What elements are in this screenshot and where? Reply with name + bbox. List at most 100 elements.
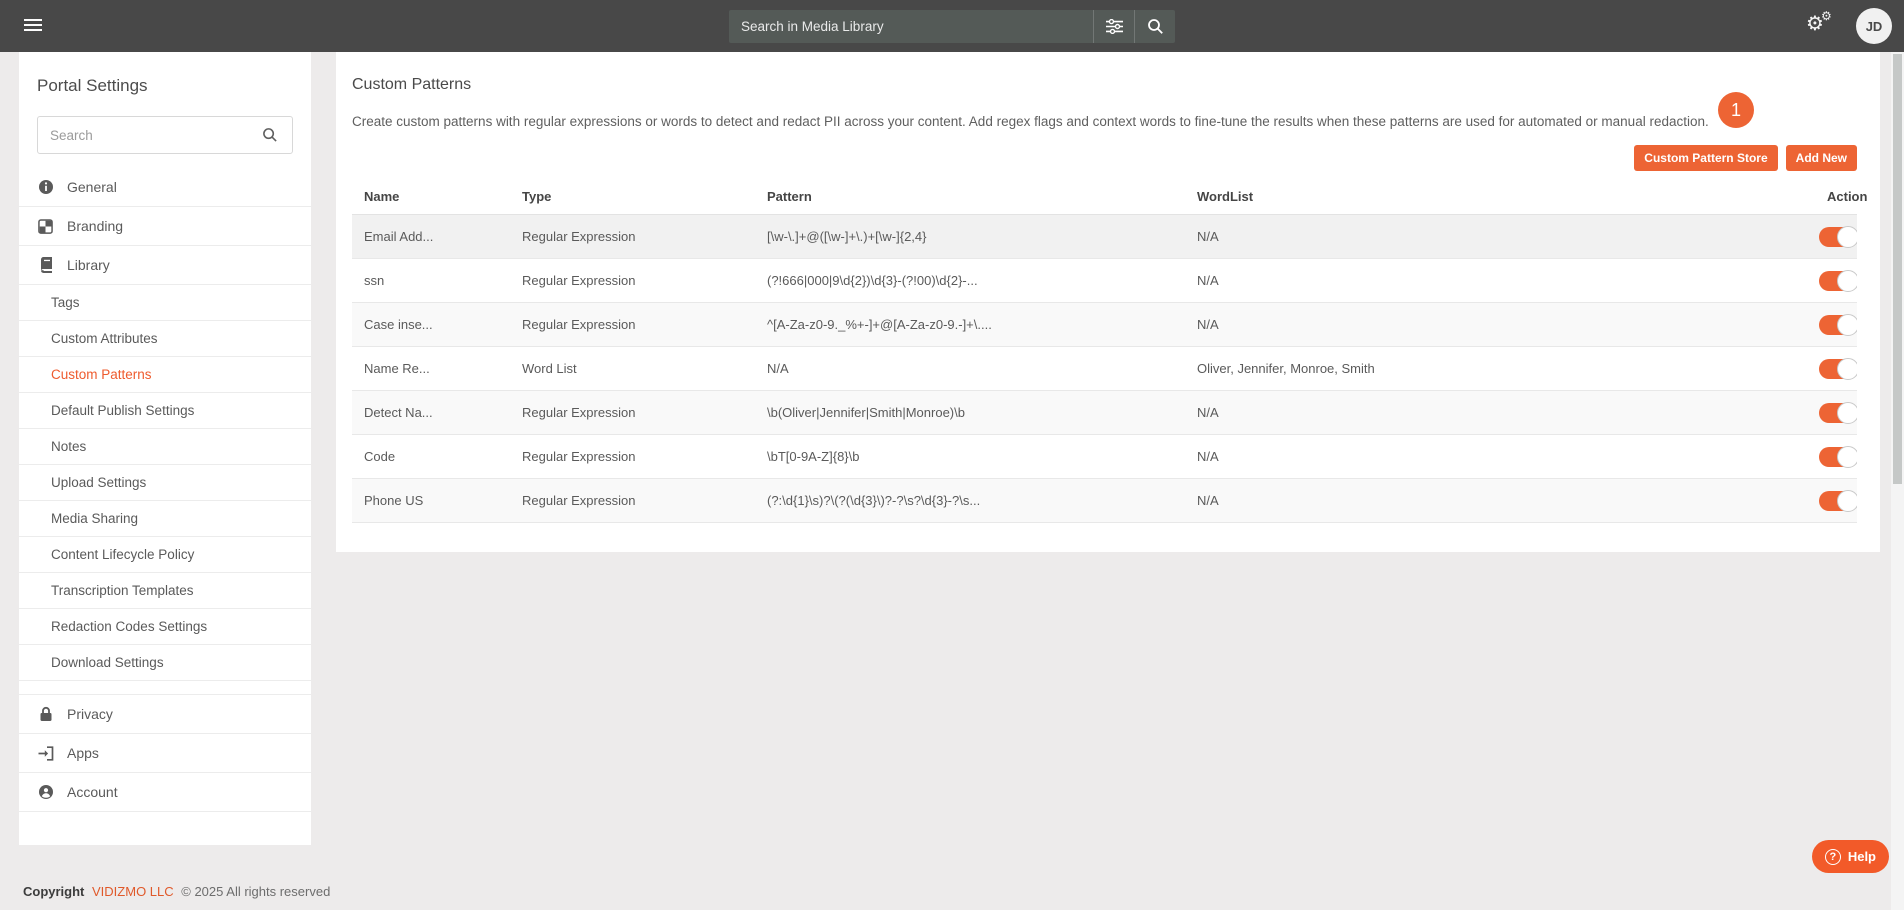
cell-type: Regular Expression xyxy=(510,435,755,479)
admin-settings-gears-icon[interactable]: ⚙⚙ xyxy=(1806,11,1838,41)
sidebar-item-label: Privacy xyxy=(67,706,113,722)
page-description: Create custom patterns with regular expr… xyxy=(352,114,1857,129)
cell-pattern: (?:\d{1}\s)?\(?(\d{3}\)?-?\s?\d{3}-?\s..… xyxy=(755,479,1185,523)
table-row: Name Re... Word List N/A Oliver, Jennife… xyxy=(352,347,1857,391)
enable-toggle[interactable] xyxy=(1819,315,1857,335)
custom-patterns-table: Name Type Pattern WordList Action Email … xyxy=(352,179,1857,523)
cell-wordlist: N/A xyxy=(1185,435,1815,479)
cell-name: ssn xyxy=(352,259,510,303)
table-row: Case inse... Regular Expression ^[A-Za-z… xyxy=(352,303,1857,347)
scrollbar-thumb[interactable] xyxy=(1893,54,1902,484)
branding-icon xyxy=(37,218,54,235)
enable-toggle[interactable] xyxy=(1819,227,1857,247)
copyright-suffix: © 2025 All rights reserved xyxy=(181,884,330,899)
cell-type: Regular Expression xyxy=(510,391,755,435)
search-icon[interactable] xyxy=(1135,10,1175,43)
sidebar-item-branding[interactable]: Branding xyxy=(19,207,311,246)
custom-pattern-store-button[interactable]: Custom Pattern Store xyxy=(1634,145,1777,171)
hamburger-menu-icon[interactable] xyxy=(24,19,42,34)
media-library-search-input[interactable] xyxy=(729,19,1093,34)
sidebar-item-label: Library xyxy=(67,257,110,273)
step-annotation-badge: 1 xyxy=(1718,92,1754,128)
sidebar-item-account[interactable]: Account xyxy=(19,773,311,812)
cell-wordlist: N/A xyxy=(1185,479,1815,523)
lock-icon xyxy=(37,706,54,723)
enable-toggle[interactable] xyxy=(1819,359,1857,379)
col-header-type: Type xyxy=(510,179,755,215)
sidebar-item-general[interactable]: General xyxy=(19,168,311,207)
col-header-name: Name xyxy=(352,179,510,215)
copyright-footer: Copyright VIDIZMO LLC © 2025 All rights … xyxy=(23,884,330,899)
page-scrollbar[interactable] xyxy=(1891,52,1904,910)
cell-type: Word List xyxy=(510,347,755,391)
sidebar-item-library[interactable]: Library xyxy=(19,246,311,285)
sign-in-arrow-icon xyxy=(37,745,54,762)
table-row: Phone US Regular Expression (?:\d{1}\s)?… xyxy=(352,479,1857,523)
col-header-pattern: Pattern xyxy=(755,179,1185,215)
sidebar-item-privacy[interactable]: Privacy xyxy=(19,695,311,734)
sidebar-item-transcription-templates[interactable]: Transcription Templates xyxy=(19,573,311,609)
table-row: Detect Na... Regular Expression \b(Olive… xyxy=(352,391,1857,435)
enable-toggle[interactable] xyxy=(1819,491,1857,511)
cell-pattern: \b(Oliver|Jennifer|Smith|Monroe)\b xyxy=(755,391,1185,435)
cell-wordlist: N/A xyxy=(1185,215,1815,259)
sidebar-item-download-settings[interactable]: Download Settings xyxy=(19,645,311,681)
search-icon[interactable] xyxy=(248,127,292,143)
cell-wordlist: N/A xyxy=(1185,303,1815,347)
sidebar-item-custom-attributes[interactable]: Custom Attributes xyxy=(19,321,311,357)
sidebar-search-input[interactable] xyxy=(38,128,248,143)
cell-name: Phone US xyxy=(352,479,510,523)
cell-name: Case inse... xyxy=(352,303,510,347)
sidebar-item-redaction-codes-settings[interactable]: Redaction Codes Settings xyxy=(19,609,311,645)
user-avatar[interactable]: JD xyxy=(1856,8,1892,44)
topbar-right: ⚙⚙ JD xyxy=(1806,0,1892,52)
cell-pattern: [\w-\.]+@([\w-]+\.)+[\w-]{2,4} xyxy=(755,215,1185,259)
cell-pattern: ^[A-Za-z0-9._%+-]+@[A-Za-z0-9.-]+\.... xyxy=(755,303,1185,347)
sidebar-title: Portal Settings xyxy=(19,52,311,96)
cell-name: Email Add... xyxy=(352,215,510,259)
topbar: ⚙⚙ JD xyxy=(0,0,1904,52)
cell-wordlist: Oliver, Jennifer, Monroe, Smith xyxy=(1185,347,1815,391)
custom-patterns-panel: Custom Patterns Create custom patterns w… xyxy=(336,52,1880,552)
cell-pattern: N/A xyxy=(755,347,1185,391)
company-link[interactable]: VIDIZMO LLC xyxy=(92,884,174,899)
cell-type: Regular Expression xyxy=(510,259,755,303)
sidebar-item-content-lifecycle-policy[interactable]: Content Lifecycle Policy xyxy=(19,537,311,573)
sidebar-item-media-sharing[interactable]: Media Sharing xyxy=(19,501,311,537)
cell-type: Regular Expression xyxy=(510,215,755,259)
sidebar-item-upload-settings[interactable]: Upload Settings xyxy=(19,465,311,501)
sidebar-item-apps[interactable]: Apps xyxy=(19,734,311,773)
enable-toggle[interactable] xyxy=(1819,403,1857,423)
sidebar-item-default-publish-settings[interactable]: Default Publish Settings xyxy=(19,393,311,429)
sidebar-item-tags[interactable]: Tags xyxy=(19,285,311,321)
cell-pattern: \bT[0-9A-Z]{8}\b xyxy=(755,435,1185,479)
table-row: Email Add... Regular Expression [\w-\.]+… xyxy=(352,215,1857,259)
enable-toggle[interactable] xyxy=(1819,447,1857,467)
sidebar-search xyxy=(37,116,293,154)
question-mark-icon: ? xyxy=(1825,849,1841,865)
copyright-label: Copyright xyxy=(23,884,84,899)
add-new-button[interactable]: Add New xyxy=(1786,145,1857,171)
help-button[interactable]: ? Help xyxy=(1812,840,1889,873)
cell-type: Regular Expression xyxy=(510,303,755,347)
sidebar-item-notes[interactable]: Notes xyxy=(19,429,311,465)
sidebar-item-label: Branding xyxy=(67,218,123,234)
col-header-wordlist: WordList xyxy=(1185,179,1815,215)
filter-icon[interactable] xyxy=(1094,10,1134,43)
sidebar-item-label: Apps xyxy=(67,745,99,761)
enable-toggle[interactable] xyxy=(1819,271,1857,291)
col-header-action: Action xyxy=(1815,179,1857,215)
section-divider xyxy=(19,681,311,695)
cell-wordlist: N/A xyxy=(1185,259,1815,303)
sidebar-item-custom-patterns[interactable]: Custom Patterns xyxy=(19,357,311,393)
help-label: Help xyxy=(1848,849,1876,864)
cell-name: Detect Na... xyxy=(352,391,510,435)
cell-wordlist: N/A xyxy=(1185,391,1815,435)
library-book-icon xyxy=(37,257,54,274)
sidebar-item-label: Account xyxy=(67,784,118,800)
sidebar-nav: General Branding Library xyxy=(19,168,311,812)
cell-type: Regular Expression xyxy=(510,479,755,523)
info-icon xyxy=(37,179,54,196)
cell-name: Code xyxy=(352,435,510,479)
table-header-row: Name Type Pattern WordList Action xyxy=(352,179,1857,215)
